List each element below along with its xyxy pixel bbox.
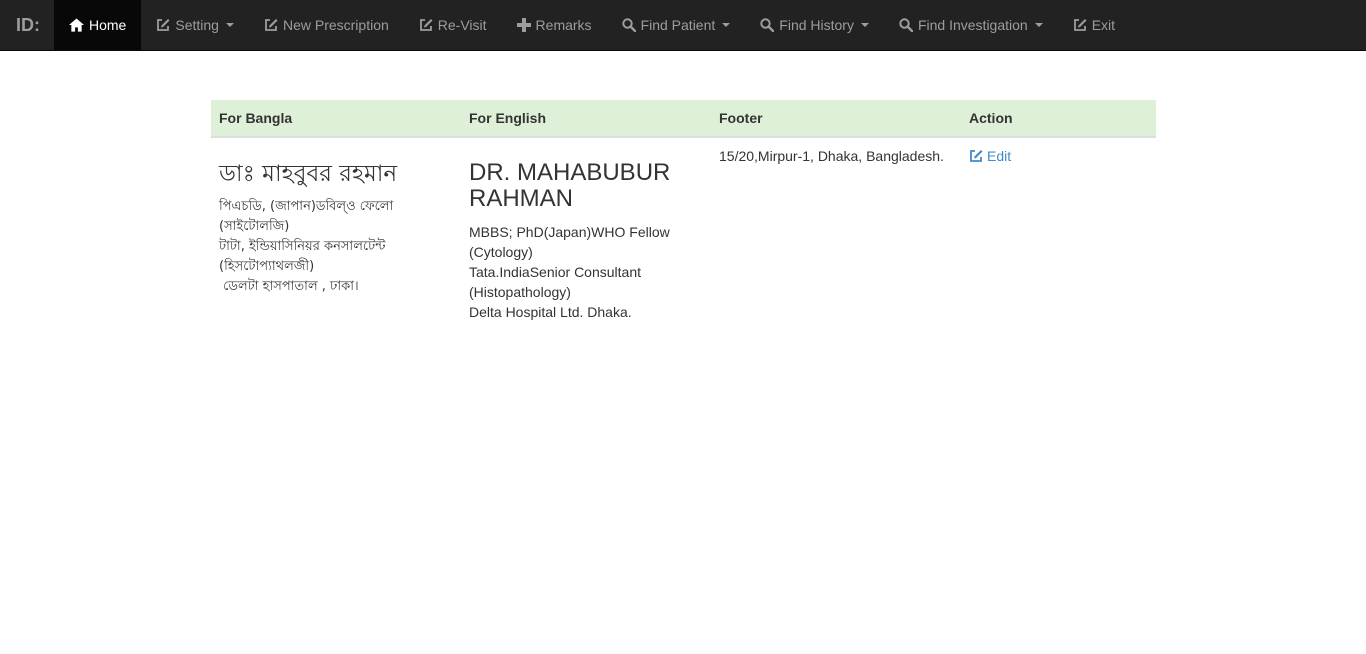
search-icon [621, 18, 636, 32]
bangla-line: (হিসটোপ্যাথলজী) [219, 259, 315, 274]
footer-cell: 15/20,Mirpur-1, Dhaka, Bangladesh. [719, 148, 944, 164]
table-row: ডাঃ মাহবুবর রহমান পিএচডি, (জাপান)ডবিল্ও … [211, 137, 1156, 330]
nav-remarks[interactable]: Remarks [502, 0, 607, 50]
top-navbar: ID: Home Setting New Prescription Re-Vis… [0, 0, 1366, 51]
edit-icon [265, 19, 278, 31]
bangla-line: ডেলটা হাসপাতাল , ঢাকা। [219, 279, 359, 294]
nav-home-label: Home [89, 17, 127, 33]
chevron-down-icon [1034, 23, 1043, 27]
english-doctor-name: DR. MAHABUBUR RAHMAN [469, 159, 671, 212]
english-cell: DR. MAHABUBUR RAHMAN MBBS; PhD(Japan)WHO… [461, 137, 711, 330]
nav-remarks-label: Remarks [535, 17, 592, 33]
search-icon [760, 18, 775, 32]
nav-new-prescription-label: New Prescription [282, 17, 389, 33]
edit-link[interactable]: Edit [969, 146, 1011, 166]
column-header-bangla: For Bangla [211, 100, 461, 138]
nav-re-visit-label: Re-Visit [437, 17, 487, 33]
nav-exit-label: Exit [1091, 17, 1116, 33]
plus-icon [516, 18, 531, 32]
nav-find-investigation-label: Find Investigation [917, 17, 1028, 33]
bangla-doctor-name: ডাঃ মাহবুবর রহমান [219, 161, 398, 187]
nav-find-patient[interactable]: Find Patient [607, 0, 746, 50]
nav-find-investigation[interactable]: Find Investigation [884, 0, 1058, 50]
english-line: Delta Hospital Ltd. Dhaka. [469, 304, 632, 320]
nav-setting-label: Setting [175, 17, 219, 33]
nav-re-visit[interactable]: Re-Visit [404, 0, 502, 50]
home-icon [69, 18, 84, 32]
english-line: MBBS; PhD(Japan)WHO Fellow (Cytology) [469, 224, 670, 260]
bangla-line: টাটা, ইন্ডিয়াসিনিয়র কনসালটেন্ট [219, 239, 386, 254]
bangla-line: পিএচডি, (জাপান)ডবিল্ও ফেলো (সাইটোলজি) [219, 199, 394, 234]
bangla-cell: ডাঃ মাহবুবর রহমান পিএচডি, (জাপান)ডবিল্ও … [211, 137, 461, 330]
header-settings-table: For Bangla For English Footer Action ডাঃ… [211, 100, 1156, 330]
chevron-down-icon [722, 23, 731, 27]
nav-exit[interactable]: Exit [1058, 0, 1130, 50]
edit-icon [970, 150, 983, 162]
edit-icon [157, 19, 170, 31]
nav-new-prescription[interactable]: New Prescription [249, 0, 404, 50]
table-header-row: For Bangla For English Footer Action [211, 100, 1156, 138]
english-line: Tata.IndiaSenior Consultant (Histopathol… [469, 264, 641, 300]
brand[interactable]: ID: [0, 0, 54, 50]
nav-find-history-label: Find History [779, 17, 854, 33]
column-header-action: Action [961, 100, 1156, 138]
column-header-footer: Footer [711, 100, 961, 138]
chevron-down-icon [860, 23, 869, 27]
nav-setting[interactable]: Setting [141, 0, 249, 50]
chevron-down-icon [225, 23, 234, 27]
edit-icon [1073, 19, 1087, 31]
action-cell: Edit [961, 137, 1156, 330]
nav-find-history[interactable]: Find History [745, 0, 884, 50]
search-icon [899, 18, 913, 32]
column-header-english: For English [461, 100, 711, 138]
nav-home[interactable]: Home [54, 0, 142, 50]
edit-link-label: Edit [987, 148, 1012, 164]
header-settings-table-container: For Bangla For English Footer Action ডাঃ… [211, 100, 1156, 330]
nav-find-patient-label: Find Patient [640, 17, 716, 33]
edit-icon [419, 19, 433, 31]
